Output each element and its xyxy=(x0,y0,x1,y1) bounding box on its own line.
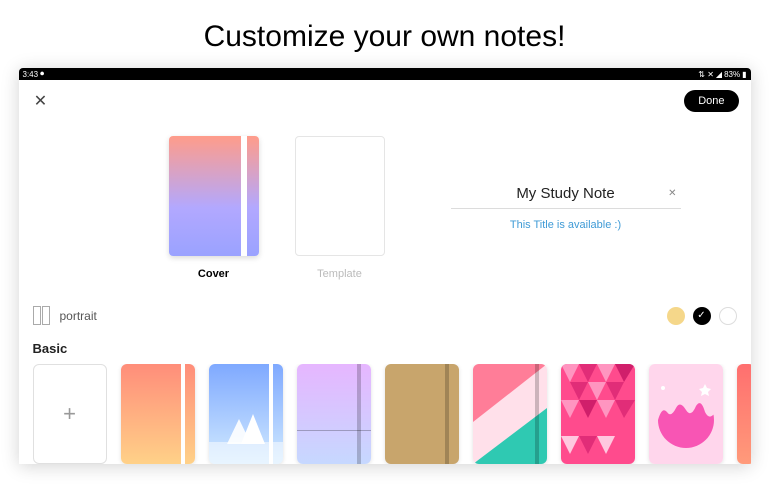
triangles-icon xyxy=(561,364,635,464)
device-frame: 3:43 ⏺ ⇅ ✕ ◢ 83% ▮ ✕ Done Cover Template xyxy=(19,68,751,464)
battery-icon: ▮ xyxy=(742,70,746,79)
done-button[interactable]: Done xyxy=(684,90,738,112)
user-icon: ⏺ xyxy=(40,69,44,79)
portrait-icon xyxy=(33,306,50,325)
toolbar: ✕ Done xyxy=(19,80,751,122)
check-icon: ✓ xyxy=(697,310,705,321)
drip-icon xyxy=(649,364,723,464)
cover-tile-drip[interactable] xyxy=(649,364,723,464)
page-title: Customize your own notes! xyxy=(0,0,769,68)
signal-icon: ◢ xyxy=(716,70,722,79)
orientation-label: portrait xyxy=(60,309,97,323)
cover-preview-thumb xyxy=(169,136,259,256)
wifi-icon: ⇅ ✕ xyxy=(698,70,714,79)
template-preview-tab[interactable]: Template xyxy=(295,136,385,280)
orientation-toggle[interactable]: portrait xyxy=(33,306,97,325)
cover-tile-geo[interactable] xyxy=(473,364,547,464)
spine-color-swatches: ✓ xyxy=(667,307,737,325)
cover-label: Cover xyxy=(169,268,259,280)
title-availability: This Title is available :) xyxy=(451,219,681,231)
add-cover-tile[interactable]: + xyxy=(33,364,107,464)
cover-tile-sunset[interactable] xyxy=(121,364,195,464)
cover-tile-coral[interactable] xyxy=(737,364,751,464)
title-input[interactable]: My Study Note xyxy=(451,185,681,202)
template-label: Template xyxy=(295,268,385,280)
battery-text: 83% xyxy=(724,70,740,79)
clear-title-button[interactable]: ✕ xyxy=(668,188,676,199)
title-block: My Study Note ✕ This Title is available … xyxy=(451,185,681,231)
section-basic-label: Basic xyxy=(19,325,751,364)
preview-section: Cover Template My Study Note ✕ This Titl… xyxy=(19,122,751,280)
swatch-black[interactable]: ✓ xyxy=(693,307,711,325)
swatch-white[interactable] xyxy=(719,307,737,325)
cover-preview-tab[interactable]: Cover xyxy=(169,136,259,280)
template-preview-thumb xyxy=(295,136,385,256)
cover-tile-triangles[interactable] xyxy=(561,364,635,464)
cover-gallery: + xyxy=(19,364,751,464)
close-button[interactable]: ✕ xyxy=(31,91,51,111)
status-bar: 3:43 ⏺ ⇅ ✕ ◢ 83% ▮ xyxy=(19,68,751,80)
cover-tile-kraft[interactable] xyxy=(385,364,459,464)
cover-tile-pastel[interactable] xyxy=(297,364,371,464)
options-row: portrait ✓ xyxy=(19,280,751,325)
swatch-cream[interactable] xyxy=(667,307,685,325)
cover-tile-mountain[interactable] xyxy=(209,364,283,464)
geo-icon xyxy=(473,364,547,464)
status-time: 3:43 xyxy=(23,70,39,79)
